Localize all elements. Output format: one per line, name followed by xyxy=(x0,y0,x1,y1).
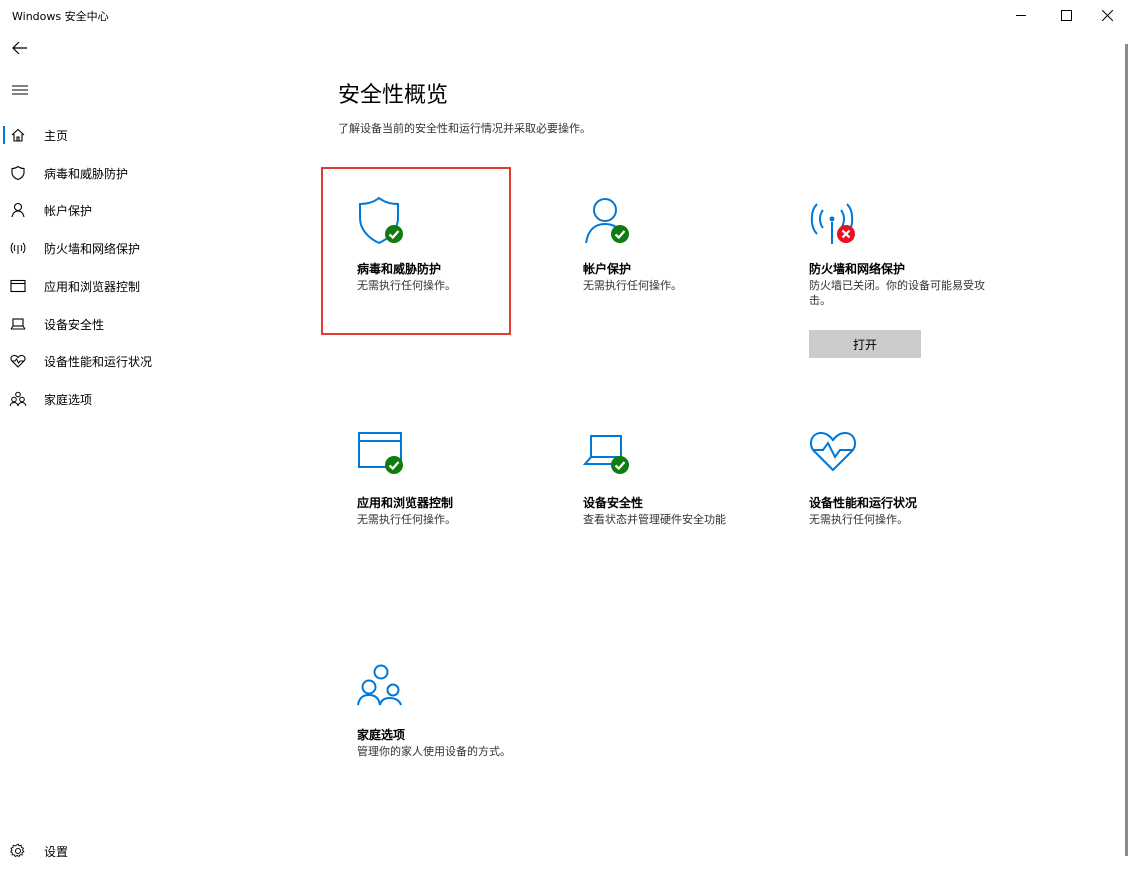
sidebar-item-label: 帐户保护 xyxy=(44,203,93,218)
sidebar-item-label: 设备性能和运行状况 xyxy=(44,354,153,369)
tile-device-health[interactable]: 设备性能和运行状况 无需执行任何操作。 xyxy=(809,430,1009,540)
sidebar-item-family[interactable]: 家庭选项 xyxy=(0,383,290,415)
tile-description: 无需执行任何操作。 xyxy=(583,279,682,292)
tile-title: 防火墙和网络保护 xyxy=(809,262,906,276)
tile-title: 帐户保护 xyxy=(583,262,632,276)
tile-title: 设备性能和运行状况 xyxy=(809,496,918,510)
tile-description: 管理你的家人使用设备的方式。 xyxy=(357,745,511,758)
laptop-icon xyxy=(9,315,27,333)
tile-title: 家庭选项 xyxy=(357,728,406,742)
tile-account-protection[interactable]: 帐户保护 无需执行任何操作。 xyxy=(583,196,783,316)
tile-firewall[interactable]: 防火墙和网络保护 防火墙已关闭。你的设备可能易受攻击。 打开 xyxy=(809,196,1009,366)
tile-title: 设备安全性 xyxy=(583,496,644,510)
close-button[interactable] xyxy=(1084,0,1128,30)
close-icon xyxy=(1101,9,1113,21)
tile-description: 无需执行任何操作。 xyxy=(809,513,908,526)
back-arrow-icon xyxy=(12,41,27,55)
shield-icon xyxy=(9,164,27,182)
sidebar-item-label: 应用和浏览器控制 xyxy=(44,279,141,294)
tile-title: 病毒和威胁防护 xyxy=(357,262,442,276)
tile-description: 查看状态并管理硬件安全功能 xyxy=(583,513,726,526)
tile-description: 无需执行任何操作。 xyxy=(357,513,456,526)
antenna-icon xyxy=(9,239,27,257)
minimize-icon xyxy=(1016,15,1026,16)
sidebar-item-device-security[interactable]: 设备安全性 xyxy=(0,308,290,340)
shield-check-icon xyxy=(357,196,413,252)
person-icon xyxy=(9,201,27,219)
back-button[interactable] xyxy=(6,36,34,60)
tile-description: 防火墙已关闭。你的设备可能易受攻击。 xyxy=(809,279,985,307)
maximize-icon xyxy=(1060,9,1072,21)
tile-title: 应用和浏览器控制 xyxy=(357,496,454,510)
page-title: 安全性概览 xyxy=(338,83,449,108)
sidebar-item-label: 病毒和威胁防护 xyxy=(44,166,129,181)
sidebar-item-app-browser[interactable]: 应用和浏览器控制 xyxy=(0,270,290,302)
maximize-button[interactable] xyxy=(1043,0,1089,30)
sidebar-item-label: 防火墙和网络保护 xyxy=(44,241,141,256)
sidebar-item-virus-protection[interactable]: 病毒和威胁防护 xyxy=(0,157,290,189)
antenna-error-icon xyxy=(809,196,865,252)
page-subtitle: 了解设备当前的安全性和运行情况并采取必要操作。 xyxy=(338,122,591,135)
heart-icon xyxy=(9,352,27,370)
minimize-button[interactable] xyxy=(998,0,1044,30)
gear-icon xyxy=(9,842,27,860)
hamburger-icon xyxy=(12,85,28,95)
person-check-icon xyxy=(583,196,639,252)
sidebar-item-label: 家庭选项 xyxy=(44,392,93,407)
title-bar: Windows 安全中心 xyxy=(0,0,1128,30)
sidebar-item-settings[interactable]: 设置 xyxy=(0,835,290,867)
sidebar-item-label: 设置 xyxy=(44,844,69,859)
family-icon xyxy=(9,390,27,408)
window-title: Windows 安全中心 xyxy=(12,10,109,23)
sidebar-item-firewall[interactable]: 防火墙和网络保护 xyxy=(0,232,290,264)
tile-device-security[interactable]: 设备安全性 查看状态并管理硬件安全功能 xyxy=(582,430,783,540)
sidebar-item-account-protection[interactable]: 帐户保护 xyxy=(0,194,290,226)
sidebar-item-label: 设备安全性 xyxy=(44,317,105,332)
tile-family-options[interactable]: 家庭选项 管理你的家人使用设备的方式。 xyxy=(357,662,557,772)
sidebar-item-label: 主页 xyxy=(44,128,69,143)
tile-description: 无需执行任何操作。 xyxy=(357,279,456,292)
home-icon xyxy=(9,126,27,144)
heart-pulse-icon xyxy=(809,430,865,486)
tile-app-browser-control[interactable]: 应用和浏览器控制 无需执行任何操作。 xyxy=(357,430,557,540)
laptop-check-icon xyxy=(582,430,639,486)
browser-check-icon xyxy=(357,430,413,486)
sidebar-item-home[interactable]: 主页 xyxy=(0,119,290,151)
sidebar-item-device-health[interactable]: 设备性能和运行状况 xyxy=(0,345,290,377)
family-icon xyxy=(357,662,413,718)
tile-virus-protection[interactable]: 病毒和威胁防护 无需执行任何操作。 xyxy=(357,196,557,316)
turn-on-button[interactable]: 打开 xyxy=(809,330,921,358)
browser-window-icon xyxy=(9,277,27,295)
hamburger-menu-button[interactable] xyxy=(6,78,34,102)
